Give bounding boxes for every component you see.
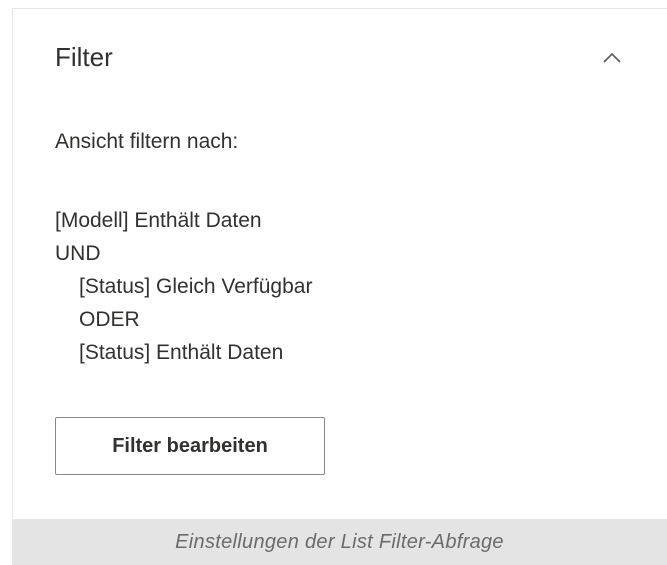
filter-operator-oder: ODER bbox=[79, 308, 140, 331]
filter-panel-header[interactable]: Filter bbox=[13, 9, 667, 101]
filter-expression: [Modell] Enthält Daten UND [Status] Glei… bbox=[55, 204, 312, 369]
filter-operator-und: UND bbox=[55, 242, 101, 265]
chevron-up-icon bbox=[603, 52, 621, 63]
filter-condition-status-gleich: [Status] Gleich Verfügbar bbox=[79, 275, 313, 298]
screenshot-page: Filter Ansicht filtern nach: [Modell] En… bbox=[0, 0, 667, 565]
edit-filter-button[interactable]: Filter bearbeiten bbox=[55, 417, 325, 475]
caption-text: Einstellungen der List Filter-Abfrage bbox=[175, 531, 504, 553]
caption-bar: Einstellungen der List Filter-Abfrage bbox=[12, 519, 667, 565]
collapse-button[interactable] bbox=[597, 45, 627, 69]
filter-condition-modell: [Modell] Enthält Daten bbox=[55, 209, 262, 232]
filter-heading: Ansicht filtern nach: bbox=[55, 130, 239, 153]
panel-title: Filter bbox=[55, 42, 113, 72]
filter-panel: Filter Ansicht filtern nach: [Modell] En… bbox=[12, 8, 667, 518]
filter-condition-status-enthaelt: [Status] Enthält Daten bbox=[79, 341, 284, 364]
